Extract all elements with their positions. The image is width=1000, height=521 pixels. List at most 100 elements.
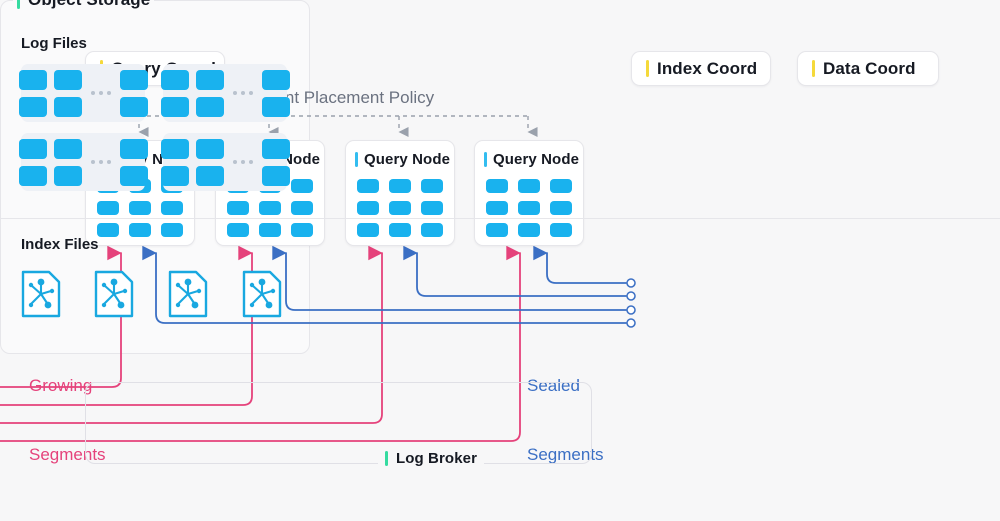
log-chunk — [196, 70, 224, 90]
object-storage-title: Object Storage — [13, 0, 154, 10]
log-file-tile-4[interactable] — [163, 133, 287, 191]
log-chunk — [196, 166, 224, 186]
segment-chip — [550, 201, 572, 215]
log-chunk — [54, 97, 82, 117]
segment-chip — [421, 179, 443, 193]
query-node-3-accent — [355, 152, 358, 167]
log-chunk — [262, 139, 290, 159]
log-chunk — [19, 139, 47, 159]
segment-chip — [389, 223, 411, 237]
log-chunk — [19, 70, 47, 90]
log-chunk — [161, 97, 189, 117]
log-chunk-group — [54, 70, 82, 117]
log-chunk-group — [161, 70, 189, 117]
segment-chip — [550, 223, 572, 237]
query-node-4[interactable]: Query Node — [474, 140, 584, 246]
segment-chip — [389, 179, 411, 193]
ellipsis-icon — [233, 160, 253, 164]
segment-chip — [389, 201, 411, 215]
segment-chip — [518, 223, 540, 237]
object-storage-accent — [17, 0, 20, 9]
index-file-icon-3[interactable] — [168, 270, 208, 318]
segment-chip — [129, 201, 151, 215]
segment-chip — [550, 179, 572, 193]
log-file-tile-2[interactable] — [163, 64, 287, 122]
query-node-3[interactable]: Query Node — [345, 140, 455, 246]
index-files-title: Index Files — [21, 236, 99, 253]
log-chunk-group — [196, 70, 224, 117]
segment-chip — [518, 179, 540, 193]
log-chunk — [161, 166, 189, 186]
log-chunk — [54, 166, 82, 186]
segment-chip — [421, 223, 443, 237]
index-coord-accent — [646, 60, 649, 77]
segment-chip — [291, 201, 313, 215]
index-file-icon-2[interactable] — [94, 270, 134, 318]
data-coord-accent — [812, 60, 815, 77]
object-storage-label: Object Storage — [28, 0, 150, 10]
log-chunk — [262, 70, 290, 90]
log-chunk — [120, 139, 148, 159]
log-file-tile-3[interactable] — [21, 133, 145, 191]
log-chunk — [161, 139, 189, 159]
segment-chip — [227, 223, 249, 237]
segment-chip — [259, 223, 281, 237]
log-files-title: Log Files — [21, 35, 87, 52]
segment-chip — [357, 223, 379, 237]
segment-chip — [291, 179, 313, 193]
index-coord-label: Index Coord — [657, 59, 757, 79]
index-file-icon-1[interactable] — [21, 270, 61, 318]
log-chunk-group — [19, 139, 47, 186]
log-chunk-group — [120, 70, 148, 117]
query-node-4-segments — [475, 179, 583, 237]
segment-chip — [518, 201, 540, 215]
diagram-canvas: Query Coord Index Coord Data Coord Segme… — [0, 0, 1000, 521]
segment-chip — [486, 179, 508, 193]
data-coord-label: Data Coord — [823, 59, 916, 79]
log-chunk-group — [262, 70, 290, 117]
segment-chip — [291, 223, 313, 237]
log-chunk-group — [120, 139, 148, 186]
log-chunk — [196, 97, 224, 117]
log-chunk — [120, 166, 148, 186]
log-chunk — [262, 166, 290, 186]
log-broker-label: Log Broker — [396, 450, 477, 467]
ellipsis-icon — [91, 91, 111, 95]
segment-chip — [161, 201, 183, 215]
log-chunk-group — [54, 139, 82, 186]
segment-chip — [357, 201, 379, 215]
log-chunk-group — [19, 70, 47, 117]
segment-chip — [227, 201, 249, 215]
segment-chip — [259, 201, 281, 215]
log-chunk-group — [161, 139, 189, 186]
log-chunk — [19, 97, 47, 117]
segment-chip — [486, 223, 508, 237]
log-chunk — [54, 70, 82, 90]
query-node-3-label: Query Node — [364, 151, 450, 168]
log-broker-title: Log Broker — [378, 450, 484, 467]
log-broker-accent — [385, 451, 388, 466]
log-chunk-group — [196, 139, 224, 186]
ellipsis-icon — [233, 91, 253, 95]
log-chunk — [120, 70, 148, 90]
log-chunk — [262, 97, 290, 117]
segment-chip — [357, 179, 379, 193]
segment-chip — [486, 201, 508, 215]
segment-chip — [129, 223, 151, 237]
index-coord-card[interactable]: Index Coord — [631, 51, 771, 86]
log-chunk — [19, 166, 47, 186]
segment-chip — [97, 223, 119, 237]
log-chunk — [196, 139, 224, 159]
data-coord-card[interactable]: Data Coord — [797, 51, 939, 86]
log-file-tile-1[interactable] — [21, 64, 145, 122]
segment-chip — [421, 201, 443, 215]
query-node-4-accent — [484, 152, 487, 167]
log-chunk — [54, 139, 82, 159]
object-storage-divider — [0, 218, 1000, 219]
segment-chip — [97, 201, 119, 215]
index-file-icon-4[interactable] — [242, 270, 282, 318]
log-chunk — [161, 70, 189, 90]
log-chunk-group — [262, 139, 290, 186]
query-node-4-label: Query Node — [493, 151, 579, 168]
ellipsis-icon — [91, 160, 111, 164]
